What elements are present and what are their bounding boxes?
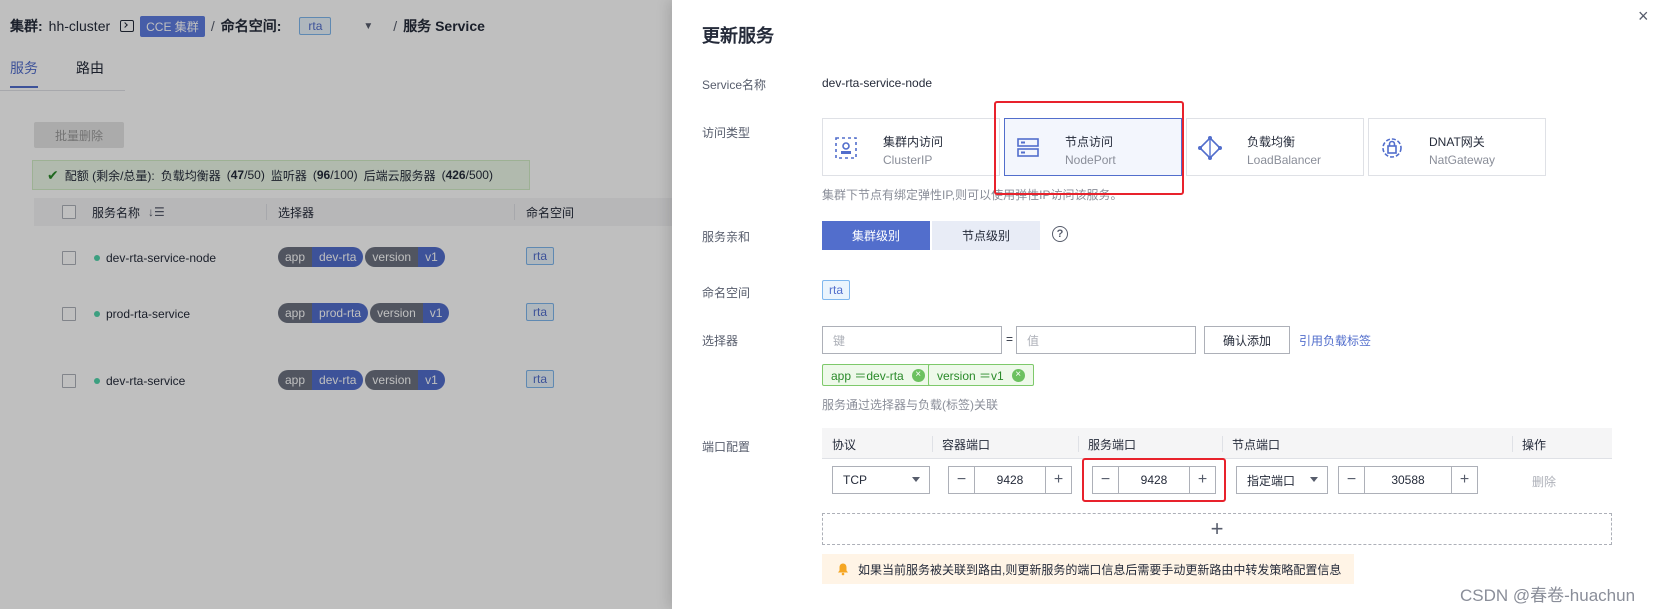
- add-port-button[interactable]: +: [822, 513, 1612, 545]
- service-port-value[interactable]: 9428: [1119, 467, 1189, 493]
- container-port-stepper[interactable]: − 9428 +: [948, 466, 1072, 494]
- node-port-icon: [1017, 138, 1039, 157]
- nat-gateway-icon: [1382, 138, 1402, 158]
- selector-hint: 服务通过选择器与负载(标签)关联: [822, 398, 998, 412]
- equals-sign: =: [1006, 332, 1014, 346]
- chevron-down-icon: [912, 477, 920, 482]
- load-balancer-icon: [1198, 136, 1222, 160]
- affinity-label: 服务亲和: [702, 230, 751, 244]
- column-divider: [932, 436, 933, 452]
- modal-overlay[interactable]: [0, 0, 672, 609]
- port-row-divider: [822, 458, 1612, 459]
- warning-text: 如果当前服务被关联到路由,则更新服务的端口信息后需要手动更新路由中转发策略配置信…: [858, 562, 1342, 577]
- access-type-sub: LoadBalancer: [1247, 153, 1322, 167]
- protocol-select[interactable]: TCP: [832, 466, 930, 494]
- close-icon[interactable]: ×: [1638, 6, 1649, 27]
- minus-icon[interactable]: −: [1339, 467, 1365, 493]
- minus-icon[interactable]: −: [1093, 467, 1119, 493]
- access-type-natgateway[interactable]: DNAT网关 NatGateway: [1368, 118, 1546, 176]
- remove-tag-icon[interactable]: ×: [1011, 368, 1025, 382]
- drawer-title: 更新服务: [702, 26, 774, 46]
- service-name-label: Service名称: [702, 78, 767, 92]
- service-port-stepper[interactable]: − 9428 +: [1092, 466, 1216, 494]
- remove-tag-icon[interactable]: ×: [911, 368, 925, 382]
- warning-banner: 如果当前服务被关联到路由,则更新服务的端口信息后需要手动更新路由中转发策略配置信…: [822, 554, 1354, 584]
- col-node-port: 节点端口: [1232, 438, 1281, 452]
- namespace-label: 命名空间: [702, 286, 751, 300]
- column-divider: [1222, 436, 1223, 452]
- selector-tag-app: app ＝dev-rta ×: [822, 364, 934, 386]
- column-divider: [1512, 436, 1513, 452]
- col-container-port: 容器端口: [942, 438, 991, 452]
- update-service-drawer: 更新服务 × Service名称 dev-rta-service-node 访问…: [672, 0, 1670, 609]
- protocol-value: TCP: [843, 473, 867, 487]
- selector-label: 选择器: [702, 334, 739, 348]
- access-type-label: 访问类型: [702, 126, 751, 140]
- access-type-clusterip[interactable]: 集群内访问 ClusterIP: [822, 118, 1000, 176]
- cluster-ip-icon: [835, 137, 857, 159]
- service-name-value: dev-rta-service-node: [822, 76, 933, 90]
- chevron-down-icon: [1310, 477, 1318, 482]
- affinity-node-button[interactable]: 节点级别: [932, 221, 1040, 250]
- reference-labels-link[interactable]: 引用负载标签: [1299, 332, 1371, 349]
- col-actions: 操作: [1522, 438, 1547, 452]
- minus-icon[interactable]: −: [949, 467, 975, 493]
- delete-port-link[interactable]: 删除: [1532, 473, 1556, 490]
- access-type-title: DNAT网关: [1429, 135, 1485, 149]
- access-type-sub: NatGateway: [1429, 153, 1496, 167]
- plus-icon[interactable]: +: [1189, 467, 1215, 493]
- affinity-cluster-button[interactable]: 集群级别: [822, 221, 930, 250]
- selector-key-input[interactable]: 键: [822, 326, 1002, 354]
- access-type-sub: ClusterIP: [883, 153, 933, 167]
- container-port-value[interactable]: 9428: [975, 467, 1045, 493]
- selector-tag-text: app ＝dev-rta: [831, 368, 904, 383]
- access-type-title: 负载均衡: [1247, 135, 1296, 149]
- background-page: 集群: hh-cluster CCE 集群 / 命名空间: rta ▼ / 服务…: [0, 0, 672, 609]
- col-protocol: 协议: [832, 438, 857, 452]
- node-port-mode-select[interactable]: 指定端口: [1236, 466, 1328, 494]
- namespace-tag: rta: [822, 280, 851, 300]
- access-type-title: 节点访问: [1065, 135, 1114, 149]
- selector-tag-version: version ＝v1 ×: [928, 364, 1034, 386]
- plus-icon: +: [1210, 516, 1224, 541]
- confirm-add-button[interactable]: 确认添加: [1204, 326, 1290, 354]
- selector-value-input[interactable]: 值: [1016, 326, 1196, 354]
- access-type-loadbalancer[interactable]: 负载均衡 LoadBalancer: [1186, 118, 1364, 176]
- port-config-label: 端口配置: [702, 440, 751, 454]
- selector-tag-text: version ＝v1: [937, 368, 1004, 383]
- plus-icon[interactable]: +: [1045, 467, 1071, 493]
- access-type-sub: NodePort: [1065, 153, 1116, 167]
- access-type-hint: 集群下节点有绑定弹性IP,则可以使用弹性IP访问该服务。: [822, 188, 1123, 202]
- affinity-toggle: 集群级别 节点级别: [822, 221, 1040, 250]
- node-port-stepper[interactable]: − 30588 +: [1338, 466, 1478, 494]
- bell-icon: [838, 563, 848, 576]
- node-port-mode-value: 指定端口: [1247, 473, 1296, 488]
- access-type-title: 集群内访问: [883, 135, 944, 149]
- plus-icon[interactable]: +: [1451, 467, 1477, 493]
- col-service-port: 服务端口: [1088, 438, 1137, 452]
- help-icon[interactable]: ?: [1052, 226, 1068, 242]
- port-table-header: 协议 容器端口 服务端口 节点端口 操作: [822, 428, 1612, 458]
- column-divider: [1078, 436, 1079, 452]
- access-type-nodeport[interactable]: 节点访问 NodePort: [1004, 118, 1182, 176]
- watermark: CSDN @春卷-huachun: [1460, 586, 1636, 605]
- node-port-value[interactable]: 30588: [1365, 467, 1451, 493]
